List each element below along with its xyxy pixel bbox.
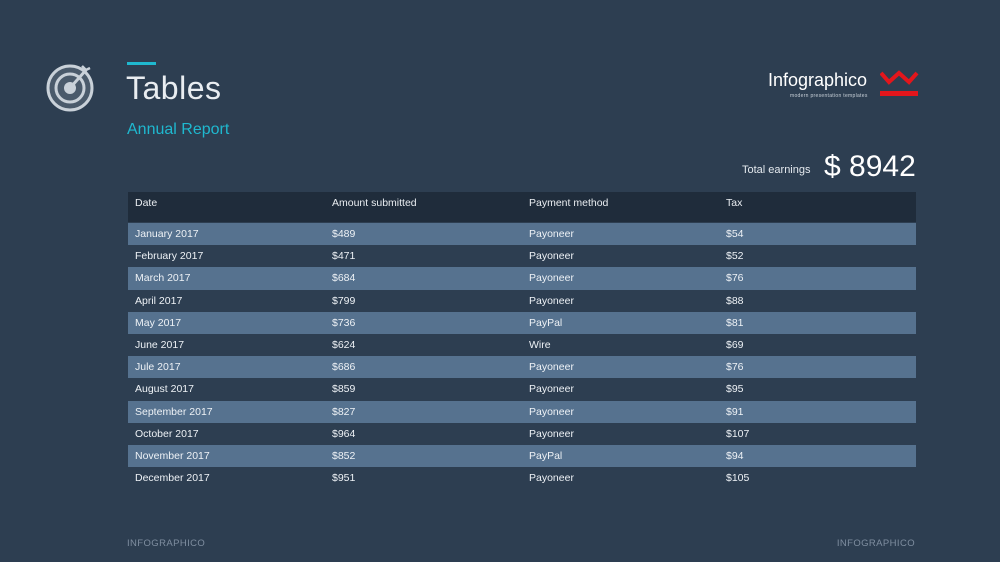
target-icon <box>46 64 94 112</box>
cell-amount: $736 <box>332 316 356 329</box>
cell-tax: $107 <box>726 427 750 440</box>
table-row: April 2017 $799 Payoneer $88 <box>128 290 916 312</box>
cell-date: January 2017 <box>135 228 199 240</box>
cell-tax: $76 <box>726 361 744 374</box>
brand-name: Infographico <box>768 70 868 90</box>
cell-date: March 2017 <box>135 272 191 285</box>
infographico-logo-icon <box>880 70 919 96</box>
cell-amount: $827 <box>332 405 356 418</box>
title-accent-bar <box>127 62 156 65</box>
table-row: December 2017 $951 Payoneer $105 <box>128 467 916 489</box>
page-title: Tables <box>126 70 222 106</box>
cell-amount: $852 <box>332 449 356 462</box>
cell-date: September 2017 <box>135 405 213 418</box>
cell-tax: $94 <box>726 449 744 462</box>
cell-tax: $105 <box>726 472 750 485</box>
cell-tax: $52 <box>726 250 744 263</box>
cell-tax: $95 <box>726 383 744 396</box>
earnings-table: Date Amount submitted Payment method Tax… <box>128 192 916 489</box>
cell-tax: $69 <box>726 338 744 351</box>
table-row: Jule 2017 $686 Payoneer $76 <box>128 356 916 379</box>
cell-date: February 2017 <box>135 250 204 263</box>
cell-date: June 2017 <box>135 338 185 351</box>
column-header-method: Payment method <box>529 197 609 209</box>
cell-method: Wire <box>529 338 551 351</box>
brand-logo-block: Infographico modern presentation templat… <box>768 70 928 104</box>
cell-tax: $81 <box>726 316 744 329</box>
table-row: February 2017 $471 Payoneer $52 <box>128 245 916 267</box>
cell-method: PayPal <box>529 316 563 329</box>
cell-amount: $471 <box>332 250 356 263</box>
cell-method: Payoneer <box>529 405 574 418</box>
table-row: January 2017 $489 Payoneer $54 <box>128 223 916 246</box>
cell-method: Payoneer <box>529 250 574 263</box>
column-header-tax: Tax <box>726 197 743 209</box>
table-header: Date Amount submitted Payment method Tax <box>128 192 916 222</box>
cell-method: Payoneer <box>529 472 574 485</box>
cell-method: Payoneer <box>529 383 574 396</box>
cell-amount: $489 <box>332 228 356 240</box>
footer-brand-left: INFOGRAPHICO <box>127 538 206 549</box>
column-header-amount: Amount submitted <box>332 197 417 209</box>
table-row: August 2017 $859 Payoneer $95 <box>128 378 916 400</box>
cell-method: Payoneer <box>529 272 574 285</box>
table-row: March 2017 $684 Payoneer $76 <box>128 267 916 290</box>
cell-amount: $624 <box>332 338 356 351</box>
column-header-date: Date <box>135 197 158 209</box>
cell-date: December 2017 <box>135 472 210 485</box>
cell-tax: $54 <box>726 228 744 240</box>
table-row: May 2017 $736 PayPal $81 <box>128 311 916 334</box>
cell-tax: $88 <box>726 294 744 307</box>
cell-date: April 2017 <box>135 294 183 307</box>
total-earnings-label: Total earnings <box>742 164 811 176</box>
cell-amount: $799 <box>332 294 356 307</box>
cell-method: Payoneer <box>529 228 574 240</box>
cell-amount: $964 <box>332 427 356 440</box>
cell-tax: $76 <box>726 272 744 285</box>
table-row: November 2017 $852 PayPal $94 <box>128 444 916 468</box>
cell-tax: $91 <box>726 405 744 418</box>
cell-date: May 2017 <box>135 316 182 329</box>
cell-amount: $686 <box>332 361 356 374</box>
cell-method: Payoneer <box>529 294 574 307</box>
page-subtitle: Annual Report <box>127 121 230 138</box>
brand-tagline: modern presentation templates <box>790 93 868 99</box>
cell-method: Payoneer <box>529 427 574 440</box>
table-body: January 2017 $489 Payoneer $54 February 2017… <box>128 223 916 489</box>
cell-date: November 2017 <box>135 449 210 462</box>
cell-method: Payoneer <box>529 361 574 374</box>
cell-date: October 2017 <box>135 427 199 440</box>
table-row: October 2017 $964 Payoneer $107 <box>128 423 916 445</box>
table-row: September 2017 $827 Payoneer $91 <box>128 400 916 423</box>
footer-brand-right: INFOGRAPHICO <box>836 538 915 549</box>
total-earnings-value: $ 8942 <box>824 150 916 183</box>
cell-method: PayPal <box>529 449 563 462</box>
cell-amount: $951 <box>332 472 356 485</box>
cell-amount: $859 <box>332 383 356 396</box>
cell-date: August 2017 <box>135 383 194 396</box>
cell-date: Jule 2017 <box>135 361 181 374</box>
cell-amount: $684 <box>332 272 356 285</box>
table-row: June 2017 $624 Wire $69 <box>128 334 916 356</box>
